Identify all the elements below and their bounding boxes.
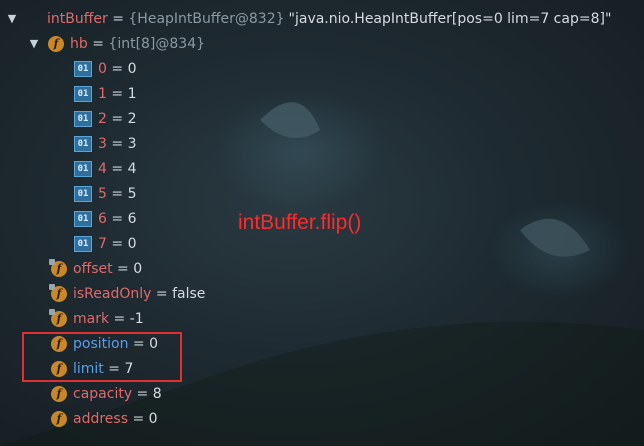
element-index: 6 [98,210,107,227]
array-element-icon: 01 [74,235,92,252]
field-value: false [172,285,206,302]
field-icon: f [51,385,67,402]
element-value: 0 [127,235,137,252]
equals-sign: = [106,210,128,227]
equals-sign: = [106,185,128,202]
array-element-row[interactable]: 01 6 = 6 [74,206,136,231]
field-row-isreadonly[interactable]: f isReadOnly = false [49,281,206,306]
field-value: 0 [148,410,158,427]
tree-row-hb[interactable]: ▼ f hb = {int[8]@834} [28,31,205,56]
array-element-icon: 01 [74,110,92,127]
element-index: 2 [98,110,107,127]
element-value: 2 [127,110,137,127]
element-index: 4 [98,160,107,177]
field-icon: f [48,35,64,52]
equals-sign: = [109,310,130,327]
element-index: 3 [98,135,107,152]
field-icon: f [51,410,67,427]
array-element-row[interactable]: 01 1 = 1 [74,81,136,106]
field-name: capacity [73,385,133,402]
highlight-box [22,332,182,382]
field-name: mark [73,310,110,327]
array-element-icon: 01 [74,60,92,77]
array-element-row[interactable]: 01 4 = 4 [74,156,136,181]
variable-type: {int[8]@834} [108,35,206,52]
equals-sign: = [106,135,128,152]
array-element-row[interactable]: 01 2 = 2 [74,106,136,131]
field-icon: f [49,283,67,302]
object-stack-icon [26,11,41,26]
element-index: 5 [98,185,107,202]
tree-row-intbuffer[interactable]: ▼ intBuffer = {HeapIntBuffer@832} "java.… [6,6,612,31]
element-index: 0 [98,60,107,77]
array-element-row[interactable]: 01 5 = 5 [74,181,136,206]
element-value: 1 [127,85,137,102]
caret-down-icon[interactable]: ▼ [28,37,40,50]
array-element-icon: 01 [74,185,92,202]
array-element-row[interactable]: 01 0 = 0 [74,56,136,81]
field-name: isReadOnly [73,285,152,302]
equals-sign: = [112,260,134,277]
element-index: 7 [98,235,107,252]
field-name: address [73,410,129,427]
field-name: offset [73,260,113,277]
annotation-text: intBuffer.flip() [238,211,362,234]
element-value: 4 [127,160,137,177]
equals-sign: = [151,285,173,302]
equals-sign: = [87,35,109,52]
field-icon: f [49,258,67,277]
caret-down-icon[interactable]: ▼ [6,12,18,25]
equals-sign: = [106,235,128,252]
element-value: 0 [127,60,137,77]
equals-sign: = [106,160,128,177]
field-icon: f [49,308,67,327]
variable-tostring: "java.nio.HeapIntBuffer[pos=0 lim=7 cap=… [288,10,612,27]
element-value: 5 [127,185,137,202]
equals-sign: = [107,10,129,27]
element-index: 1 [98,85,107,102]
variable-name: hb [70,35,88,52]
equals-sign: = [132,385,153,402]
variable-type: {HeapIntBuffer@832} [128,10,285,27]
array-element-row[interactable]: 01 7 = 0 [74,231,136,256]
equals-sign: = [128,410,149,427]
field-row-capacity[interactable]: f capacity = 8 [51,381,162,406]
field-value: 0 [133,260,143,277]
field-value: -1 [129,310,144,327]
array-element-icon: 01 [74,85,92,102]
element-value: 6 [127,210,137,227]
equals-sign: = [106,110,128,127]
equals-sign: = [106,85,128,102]
variable-name: intBuffer [47,10,108,27]
equals-sign: = [106,60,128,77]
array-element-icon: 01 [74,160,92,177]
array-element-icon: 01 [74,210,92,227]
array-element-icon: 01 [74,135,92,152]
element-value: 3 [127,135,137,152]
field-row-mark[interactable]: f mark = -1 [49,306,144,331]
field-row-offset[interactable]: f offset = 0 [49,256,143,281]
field-row-address[interactable]: f address = 0 [51,406,158,431]
array-element-row[interactable]: 01 3 = 3 [74,131,136,156]
field-value: 8 [152,385,162,402]
